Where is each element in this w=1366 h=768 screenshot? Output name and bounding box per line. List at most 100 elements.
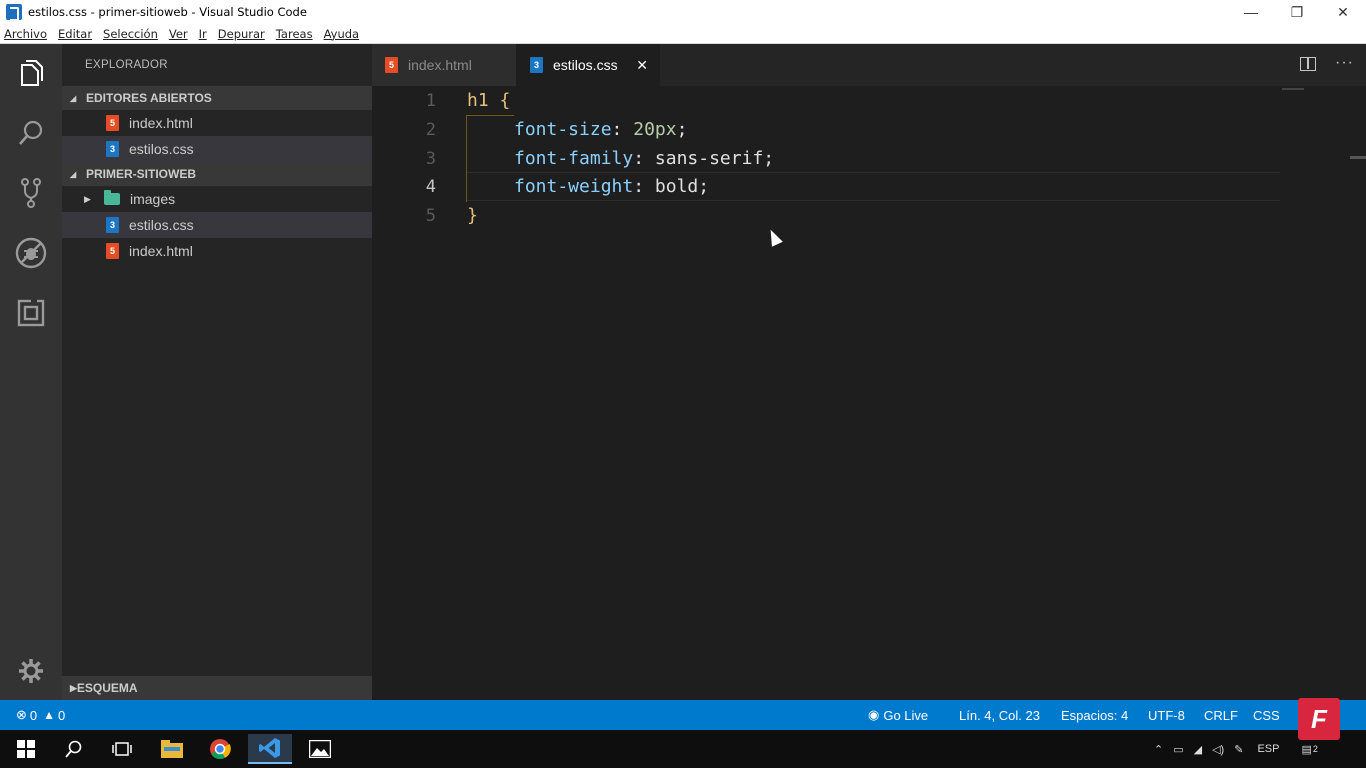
menu-archivo[interactable]: Archivo [4,27,47,41]
encoding[interactable]: UTF-8 [1148,700,1185,730]
collapse-caret-icon: ◢ [70,93,77,103]
tree-file-index[interactable]: 5 index.html [62,238,372,264]
debug-icon[interactable] [0,228,62,278]
split-editor-icon[interactable] [1300,57,1316,71]
menu-ayuda[interactable]: Ayuda [324,27,360,41]
search-icon[interactable] [0,108,62,158]
menu-ver[interactable]: Ver [169,27,188,41]
open-editor-item[interactable]: 3 estilos.css [62,136,372,162]
minimize-button[interactable]: — [1228,0,1274,24]
problems-indicator[interactable]: ⊗ 0 ▲ 0 [16,700,65,730]
notifications-icon[interactable]: ▤ [1301,743,1311,756]
expand-chevron-icon: ▶ [84,193,91,204]
tab-index-html[interactable]: 5 index.html [372,44,516,86]
code-editor[interactable]: 1 h1 { 2 font-size: 20px; 3 font-family:… [372,86,1366,700]
code-line[interactable]: 5 } [372,201,1352,230]
extensions-icon[interactable] [0,288,62,338]
code-line[interactable]: 1 h1 { [372,86,1352,115]
photos-icon[interactable] [298,734,342,764]
warning-icon: ▲ [43,708,56,722]
warning-count: 0 [58,707,66,723]
cursor-position[interactable]: Lín. 4, Col. 23 [959,700,1040,730]
menu-bar: Archivo Editar Selección Ver Ir Depurar … [0,24,1366,44]
activity-bar [0,44,62,700]
css-property: font-weight [514,176,634,197]
open-editor-label: estilos.css [129,141,194,157]
menu-tareas[interactable]: Tareas [276,27,313,41]
tree-item-label: index.html [129,243,193,259]
open-editors-header[interactable]: ◢ EDITORES ABIERTOS [62,86,372,110]
code-line[interactable]: 4 font-weight: bold; [372,172,1352,201]
css-property: font-family [514,148,634,169]
broadcast-icon: ◉ [868,707,880,722]
scrollbar[interactable] [1350,156,1366,159]
css-selector: h1 [467,90,489,111]
line-number: 2 [425,119,436,140]
vscode-taskbar-icon[interactable] [248,734,292,764]
tab-estilos-css[interactable]: 3 estilos.css ✕ [516,44,660,86]
outline-header[interactable]: ▶ ESQUEMA [62,676,372,700]
wifi-icon[interactable]: ◢ [1194,743,1202,756]
title-bar: estilos.css - primer-sitioweb - Visual S… [0,0,1366,24]
close-tab-icon[interactable]: ✕ [636,57,648,74]
line-number: 1 [425,90,436,111]
go-live-button[interactable]: ◉ Go Live [868,700,928,730]
channel-logo: F [1298,698,1340,740]
pen-icon[interactable]: ✎ [1234,743,1243,756]
menu-depurar[interactable]: Depurar [218,27,265,41]
code-text: font-size: 20px; [514,119,688,140]
chevron-up-icon[interactable]: ⌃ [1154,743,1163,756]
file-explorer-icon[interactable] [150,734,194,764]
chrome-icon[interactable] [198,734,242,764]
go-live-label: Go Live [883,707,929,723]
code-line[interactable]: 2 font-size: 20px; [372,115,1352,144]
language-indicator[interactable]: ESP [1257,743,1279,755]
volume-icon[interactable]: ◁) [1212,743,1224,756]
css-file-icon: 3 [530,57,543,73]
notifications-count: 2 [1312,744,1318,754]
task-view-icon[interactable] [100,734,144,764]
indentation[interactable]: Espacios: 4 [1061,700,1128,730]
menu-editar[interactable]: Editar [58,27,92,41]
folder-icon [104,190,120,205]
status-bar: ⊗ 0 ▲ 0 ◉ Go Live Lín. 4, Col. 23 Espaci… [0,700,1366,730]
html-file-icon: 5 [106,243,119,259]
code-text: font-weight: bold; [514,176,710,197]
brace: } [467,205,478,226]
code-text: font-family: sans-serif; [514,148,775,169]
tree-file-estilos[interactable]: 3 estilos.css [62,212,372,238]
open-brace [489,90,500,111]
tab-label: index.html [408,57,472,73]
menu-seleccion[interactable]: Selección [103,27,158,41]
error-count: 0 [29,707,38,723]
code-line[interactable]: 3 font-family: sans-serif; [372,144,1352,173]
tree-folder-images[interactable]: ▶ images [62,186,372,212]
css-property: font-size [514,119,612,140]
brace: { [499,90,511,111]
start-button[interactable] [4,734,48,764]
window-title: estilos.css - primer-sitioweb - Visual S… [28,5,307,19]
expand-chevron-icon: ▶ [70,682,77,693]
menu-ir[interactable]: Ir [199,27,207,41]
more-actions-icon[interactable]: ··· [1335,54,1354,72]
search-icon[interactable] [52,734,96,764]
maximize-button[interactable]: ❐ [1274,0,1320,24]
line-ending[interactable]: CRLF [1204,700,1238,730]
explorer-icon[interactable] [0,48,62,98]
css-file-icon: 3 [106,141,119,157]
system-tray: ⌃ ▭ ◢ ◁) ✎ ESP ▤ 2 [1154,730,1318,768]
close-window-button[interactable]: ✕ [1320,0,1366,24]
open-editors-label: EDITORES ABIERTOS [86,91,212,105]
settings-gear-icon[interactable] [0,646,62,696]
network-icon[interactable]: ▭ [1173,743,1183,756]
open-editor-item[interactable]: 5 index.html [62,110,372,136]
tree-item-label: images [130,191,176,207]
tab-label: estilos.css [553,57,618,73]
explorer-sidebar: EXPLORADOR ◢ EDITORES ABIERTOS 5 index.h… [62,44,372,700]
vscode-logo-icon [6,4,22,21]
source-control-icon[interactable] [0,168,62,218]
css-value: 20px [633,119,677,140]
project-folder-header[interactable]: ◢ PRIMER-SITIOWEB [62,162,372,186]
language-mode[interactable]: CSS [1253,700,1280,730]
error-icon: ⊗ [16,707,27,722]
